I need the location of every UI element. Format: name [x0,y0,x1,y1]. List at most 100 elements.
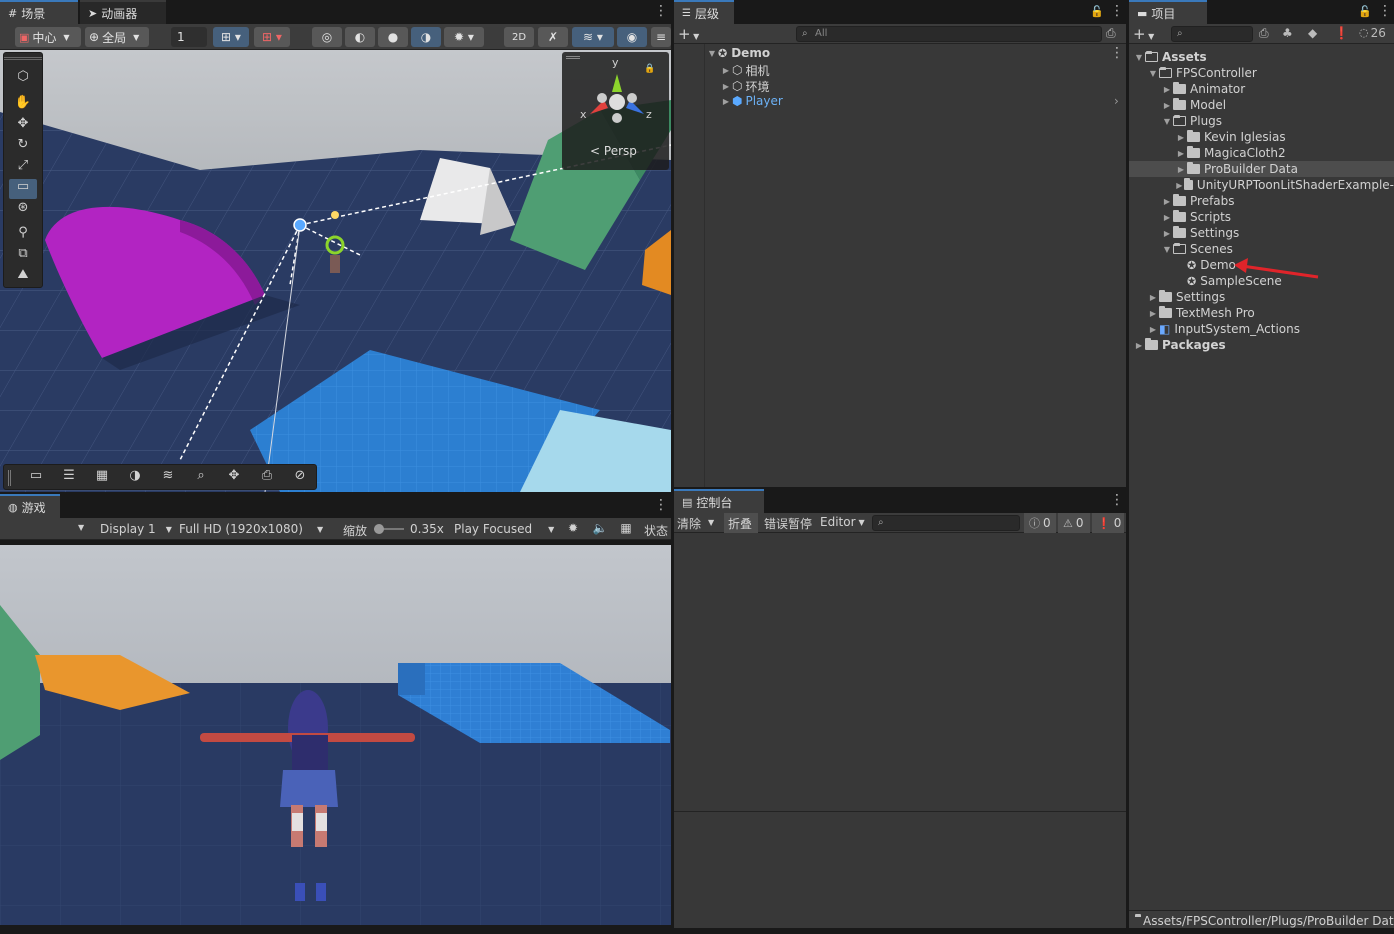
project-tree-item[interactable]: ▶ TextMesh Pro [1129,305,1394,321]
project-tree-item[interactable]: ▶ Scripts [1129,209,1394,225]
tab-project[interactable]: ▬ 项目 [1129,0,1207,24]
gizmo-grip[interactable] [566,56,580,59]
expand-arrow-icon[interactable]: ▼ [1133,53,1145,62]
gizmos-button[interactable]: ≡ [651,27,671,47]
console-search-input[interactable]: ⌕ [872,515,1020,531]
error-pause-toggle[interactable]: 错误暂停 [764,515,812,532]
shaded-wire-button[interactable]: ◐ [345,27,375,47]
collapse-arrow-icon[interactable]: ▶ [1175,165,1187,174]
palette-grip[interactable] [4,57,42,60]
collapse-arrow-icon[interactable]: ▶ [1147,325,1159,334]
tab-hierarchy[interactable]: ☰ 层级 [674,0,734,24]
align-icon[interactable]: ☰ [55,468,83,488]
lit-button[interactable]: ◑ [411,27,441,47]
project-tree-item[interactable]: ▶ Model [1129,97,1394,113]
collapse-arrow-icon[interactable]: ▶ [1175,149,1187,158]
persp-toggle[interactable]: < Persp [590,144,637,158]
visibility-toggle[interactable]: ◉ [617,27,647,47]
console-detail-area[interactable] [674,812,1126,928]
collapse-arrow-icon[interactable]: ▶ [1133,341,1145,350]
poly-shape-icon[interactable]: ⛰ [9,267,37,287]
hierarchy-item-environment[interactable]: ▶ ⬡ 环境 [720,78,770,94]
scene-row-menu-icon[interactable]: ⋮ [1110,46,1124,60]
collapse-arrow-icon[interactable]: ▶ [1161,197,1173,206]
project-tree-item[interactable]: ▶ Kevin Iglesias [1129,129,1394,145]
pivot-dropdown[interactable]: ▣ 中心 ▼ [15,27,81,47]
create-dropdown[interactable]: + ▼ [1133,25,1163,43]
rotate-tool-icon[interactable]: ↻ [9,137,37,157]
chevron-right-icon[interactable]: › [1114,94,1119,108]
error-filter-toggle[interactable]: ❗ 0 [1092,513,1124,533]
orientation-gizmo[interactable]: 🔒 y x z < Persp [562,52,669,170]
warning-filter-toggle[interactable]: ⚠ 0 [1058,513,1090,533]
search-by-type-icon[interactable]: ⎙ [1259,26,1269,41]
hierarchy-search-input[interactable]: ⌕ All [796,26,1102,42]
collapse-arrow-icon[interactable]: ▶ [1161,229,1173,238]
shaded-button[interactable]: ● [378,27,408,47]
pivot-tool-icon[interactable]: ✥ [220,468,248,488]
resolution-dropdown[interactable]: Full HD (1920x1080) ▼ [175,518,335,540]
project-tree-item[interactable]: ▶ Packages [1129,337,1394,353]
expand-arrow-icon[interactable]: ▼ [1147,69,1159,78]
clear-button[interactable]: 清除 [677,515,701,532]
view-cube-icon[interactable]: ⬡ [9,69,37,89]
collapse-arrow-icon[interactable]: ▶ [1175,133,1187,142]
layers-icon[interactable]: ≋ [154,468,182,488]
collapse-arrow-icon[interactable]: ▶ [1147,293,1159,302]
collapse-arrow-icon[interactable]: ▶ [1175,181,1184,190]
scene-menu-icon[interactable]: ⋮ [654,4,668,18]
rect-select-icon[interactable]: ▭ [22,468,50,488]
filter-type-icon[interactable]: ♣ [1282,26,1293,40]
tab-animator[interactable]: ➤ 动画器 [80,0,166,24]
transform-tool-icon[interactable]: ⊛ [9,200,37,220]
custom-tool-icon[interactable]: ⚲ [9,225,37,245]
game-view-dropdown[interactable]: ▼ [0,518,88,540]
play-mode-dropdown[interactable]: Play Focused ▼ [450,518,560,540]
project-tree-item[interactable]: ▶ MagicaCloth2 [1129,145,1394,161]
scene-viewport[interactable]: ⬡ ✋ ✥ ↻ ⤢ ▭ ⊛ ⚲ ⧉ ⛰ 🔒 y x z < Persp ▭ ☰ … [0,50,671,492]
tab-console[interactable]: ▤ 控制台 [674,489,764,513]
project-search-input[interactable]: ⌕ [1171,26,1253,42]
project-tree-item[interactable]: ▶ Animator [1129,81,1394,97]
hierarchy-menu-icon[interactable]: ⋮ [1110,4,1124,18]
project-tree-item[interactable]: ▶ Prefabs [1129,193,1394,209]
2d-toggle[interactable]: 2D [504,27,534,47]
lock-icon[interactable]: 🔓 [1090,5,1104,18]
error-log-icon[interactable]: ❗ [1334,26,1349,40]
snap-value-input[interactable]: 1 [171,27,207,47]
scale-slider[interactable] [374,523,404,535]
gizmo-toggle-icon[interactable]: ▦ [616,521,636,537]
hierarchy-item-camera[interactable]: ▶ ⬡ 相机 [720,62,770,78]
project-tree-item[interactable]: ▶ ◧ InputSystem_Actions [1129,321,1394,337]
lock-icon[interactable]: 🔓 [1358,5,1372,18]
expand-arrow-icon[interactable]: ▼ [1161,117,1173,126]
display-dropdown[interactable]: Display 1 ▼ [92,518,174,540]
tab-game[interactable]: ◍ 游戏 [0,494,60,518]
bug-icon[interactable]: ✹ [563,521,583,537]
project-menu-icon[interactable]: ⋮ [1378,4,1392,18]
label-filter-icon[interactable]: ◆ [1308,26,1317,40]
hierarchy-item-player[interactable]: ▶ ⬢ Player [720,93,783,109]
lighting-icon[interactable]: ◑ [121,468,149,488]
collapse-arrow-icon[interactable]: ▶ [1161,101,1173,110]
clear-options-dropdown[interactable]: ▼ [708,514,722,532]
editor-dropdown[interactable]: Editor ▼ [820,515,865,529]
project-tree-item[interactable]: ▼ Assets [1129,49,1394,65]
global-dropdown[interactable]: ⊕ 全局 ▼ [85,27,149,47]
collapse-arrow-icon[interactable]: ▶ [1147,309,1159,318]
audio-icon[interactable]: 🔈 [590,521,610,537]
log-filter-toggle[interactable]: ⓘ 0 [1024,513,1056,533]
hand-tool-icon[interactable]: ✋ [9,95,37,115]
console-log-area[interactable] [674,533,1126,811]
collapse-toggle[interactable]: 折叠 [724,513,758,533]
increment-snap-button[interactable]: ⊞ ▾ [254,27,290,47]
project-tree-item[interactable]: ▼ FPSController [1129,65,1394,81]
hidden-packages-toggle[interactable]: ◌ 26 [1359,26,1386,40]
grid-visibility-icon[interactable]: ▦ [88,468,116,488]
game-menu-icon[interactable]: ⋮ [654,498,668,512]
project-tree-item[interactable]: ▶ Settings [1129,225,1394,241]
debug-dropdown[interactable]: ✹ ▾ [444,27,484,47]
scene-visibility-icon[interactable]: ⎙ [1106,26,1122,42]
add-dropdown[interactable]: + ▼ [678,25,708,43]
project-tree-item[interactable]: ▶ UnityURPToonLitShaderExample- [1129,177,1394,193]
